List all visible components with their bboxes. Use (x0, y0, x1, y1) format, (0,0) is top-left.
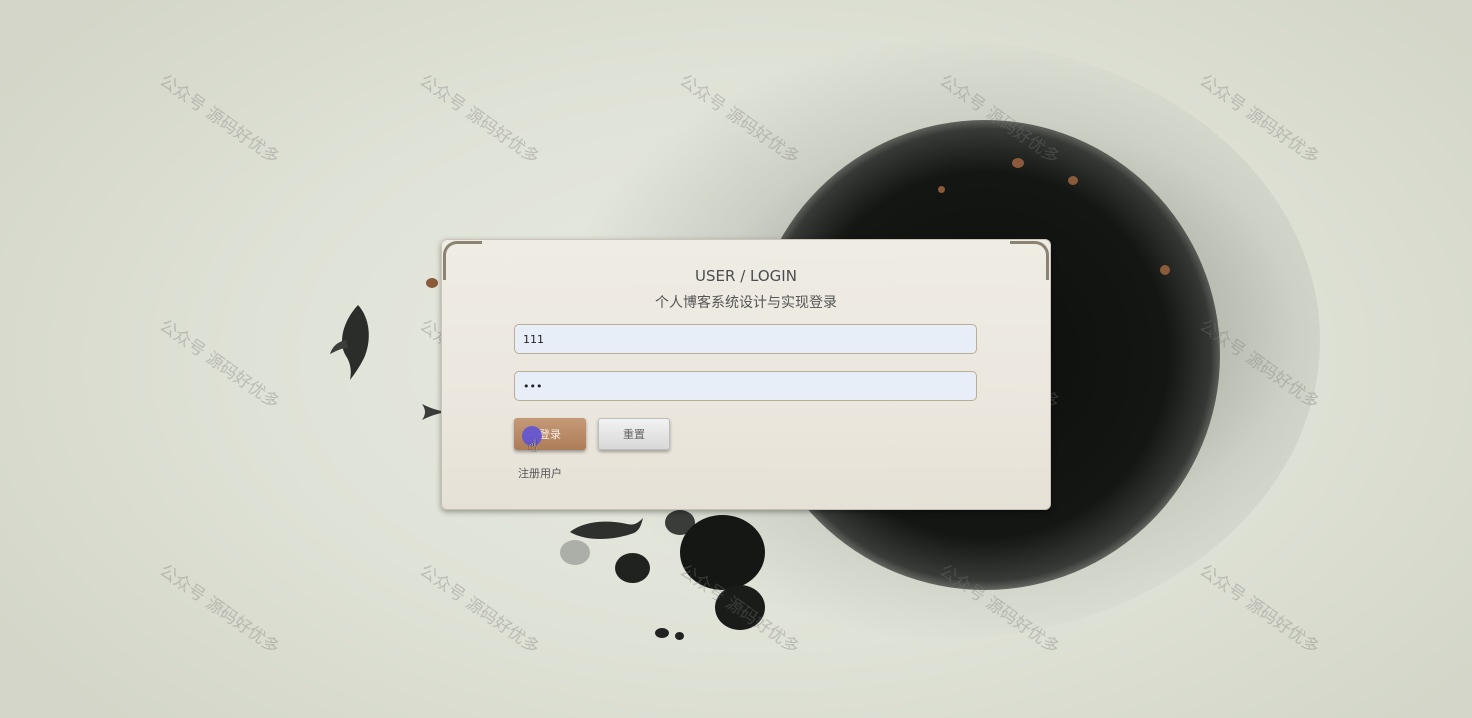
ink-blot (675, 632, 684, 640)
watermark: 公众号 源码好优多 (1195, 560, 1323, 659)
watermark: 公众号 源码好优多 (415, 560, 543, 659)
login-button-label: 登录 (539, 428, 561, 441)
petal-decoration (1160, 265, 1170, 275)
login-panel: USER / LOGIN 个人博客系统设计与实现登录 登录 重置 注册用户 (441, 239, 1051, 510)
username-input[interactable] (514, 324, 977, 354)
pointer-hand-icon: ☝ (528, 436, 538, 455)
petal-decoration (938, 186, 945, 193)
reset-button[interactable]: 重置 (598, 418, 670, 450)
ink-blot (680, 515, 765, 590)
watermark: 公众号 源码好优多 (155, 315, 283, 414)
petal-decoration (1012, 158, 1024, 168)
petal-decoration (1068, 176, 1078, 185)
watermark: 公众号 源码好优多 (415, 70, 543, 169)
koi-fish-icon (330, 305, 369, 380)
ink-blot (615, 553, 650, 583)
ink-blot (715, 585, 765, 630)
ink-blot (655, 628, 669, 638)
register-link[interactable]: 注册用户 (518, 465, 562, 481)
password-input[interactable] (514, 371, 977, 401)
petal-decoration (426, 278, 438, 288)
watermark: 公众号 源码好优多 (155, 70, 283, 169)
background-scene: 公众号 源码好优多 公众号 源码好优多 公众号 源码好优多 公众号 源码好优多 … (0, 0, 1472, 718)
login-subtitle: 个人博客系统设计与实现登录 (655, 295, 837, 311)
login-title: USER / LOGIN (695, 267, 797, 285)
reset-button-label: 重置 (623, 428, 645, 441)
watermark: 公众号 源码好优多 (155, 560, 283, 659)
koi-fish-icon (570, 518, 643, 539)
